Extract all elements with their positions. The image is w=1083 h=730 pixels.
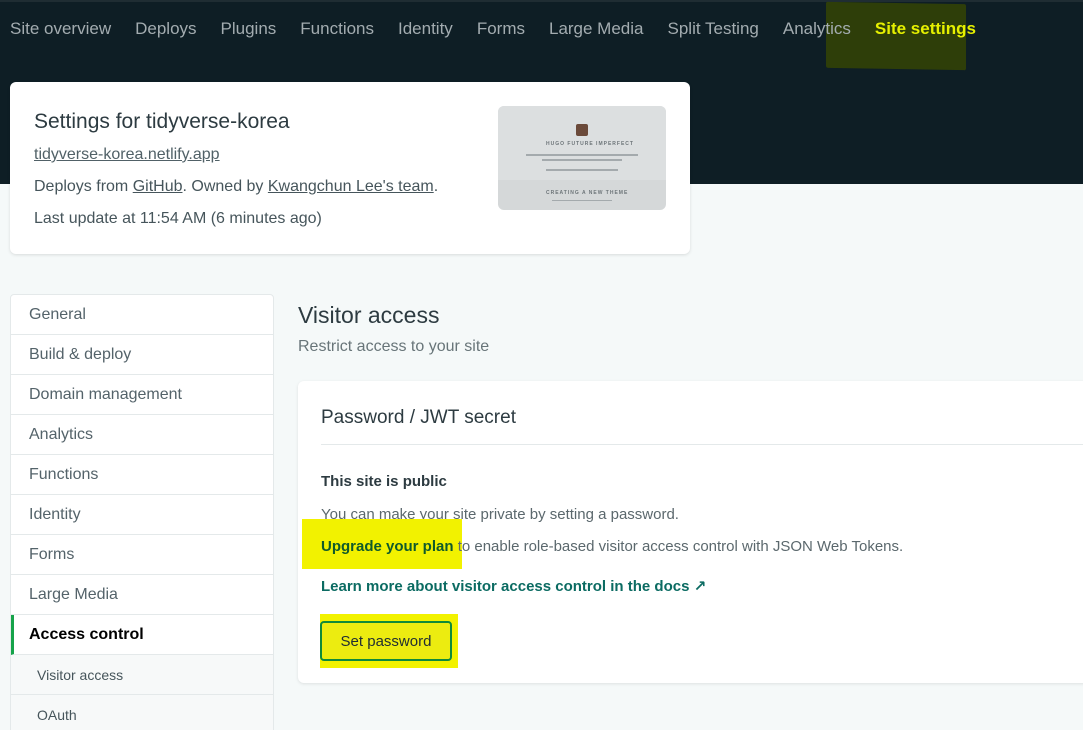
site-url-link[interactable]: tidyverse-korea.netlify.app <box>34 146 220 164</box>
sidebar-item-forms[interactable]: Forms <box>11 535 273 575</box>
github-link[interactable]: GitHub <box>133 178 183 195</box>
sidebar-item-identity[interactable]: Identity <box>11 495 273 535</box>
thumbnail-icons-row <box>546 169 618 171</box>
docs-link-text: Learn more about visitor access control … <box>321 578 690 595</box>
sidebar-item-build-deploy[interactable]: Build & deploy <box>11 335 273 375</box>
nav-site-settings[interactable]: Site settings <box>875 19 976 39</box>
sidebar-subitem-oauth[interactable]: OAuth <box>11 695 273 730</box>
top-nav: Site overview Deploys Plugins Functions … <box>0 0 990 62</box>
nav-split-testing[interactable]: Split Testing <box>668 19 759 39</box>
site-title: Settings for tidyverse-korea <box>34 110 290 133</box>
thumbnail-text-line <box>542 159 622 161</box>
card-divider <box>321 444 1083 445</box>
nav-analytics[interactable]: Analytics <box>783 19 851 39</box>
nav-site-overview[interactable]: Site overview <box>10 19 111 39</box>
sidebar-item-analytics[interactable]: Analytics <box>11 415 273 455</box>
site-deploy-info: Deploys from GitHub. Owned by Kwangchun … <box>34 178 438 196</box>
page-title: Visitor access <box>298 302 440 328</box>
set-password-button[interactable]: Set password <box>320 621 452 661</box>
nav-functions[interactable]: Functions <box>300 19 374 39</box>
sidebar-item-functions[interactable]: Functions <box>11 455 273 495</box>
owner-link[interactable]: Kwangchun Lee's team <box>268 178 434 195</box>
thumbnail-text-line <box>552 200 612 201</box>
site-info-card: Settings for tidyverse-korea tidyverse-k… <box>10 82 690 254</box>
sidebar-item-domain-management[interactable]: Domain management <box>11 375 273 415</box>
page-subtitle: Restrict access to your site <box>298 338 490 355</box>
site-public-status: This site is public <box>321 473 447 490</box>
thumbnail-section: CREATING A NEW THEME <box>546 190 629 196</box>
sidebar-subitem-visitor-access[interactable]: Visitor access <box>11 655 273 695</box>
last-update: Last update at 11:54 AM (6 minutes ago) <box>34 210 322 227</box>
thumbnail-heading: HUGO FUTURE IMPERFECT <box>546 141 634 147</box>
nav-large-media[interactable]: Large Media <box>549 19 644 39</box>
nav-identity[interactable]: Identity <box>398 19 453 39</box>
sidebar-item-general[interactable]: General <box>11 295 273 335</box>
sidebar-item-access-control[interactable]: Access control <box>11 615 273 655</box>
nav-forms[interactable]: Forms <box>477 19 525 39</box>
settings-sidebar: General Build & deploy Domain management… <box>10 294 274 730</box>
docs-link[interactable]: Learn more about visitor access control … <box>321 577 706 595</box>
sidebar-item-large-media[interactable]: Large Media <box>11 575 273 615</box>
card-title: Password / JWT secret <box>321 407 516 428</box>
thumbnail-text-line <box>526 154 638 156</box>
deploys-prefix: Deploys from <box>34 178 133 195</box>
thumbnail-logo <box>576 124 588 136</box>
nav-plugins[interactable]: Plugins <box>221 19 277 39</box>
site-screenshot-thumbnail[interactable]: HUGO FUTURE IMPERFECT CREATING A NEW THE… <box>498 106 666 210</box>
upgrade-plan-link[interactable]: Upgrade your plan <box>321 538 454 555</box>
nav-deploys[interactable]: Deploys <box>135 19 196 39</box>
owned-suffix: . <box>433 178 439 195</box>
upgrade-line-text: to enable role-based visitor access cont… <box>453 538 904 555</box>
upgrade-line: Upgrade your plan to enable role-based v… <box>321 538 903 555</box>
external-link-icon: ↗ <box>693 578 707 595</box>
owned-prefix: . Owned by <box>182 178 268 195</box>
